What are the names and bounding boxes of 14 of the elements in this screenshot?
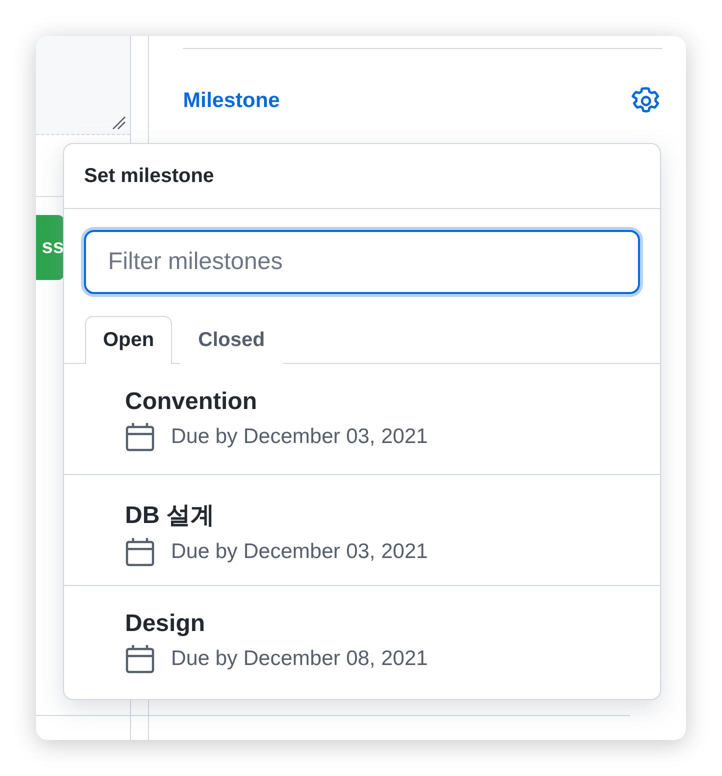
calendar-icon <box>125 644 155 674</box>
calendar-icon <box>125 537 155 567</box>
milestone-heading-link[interactable]: Milestone <box>183 89 280 113</box>
filter-input-field[interactable]: Filter milestones <box>84 230 640 294</box>
milestone-title[interactable]: Convention <box>125 388 660 416</box>
due-date: Due by December 08, 2021 <box>171 647 428 671</box>
tab[interactable]: Open <box>85 316 172 364</box>
resize-handle-icon[interactable] <box>112 116 126 130</box>
calendar-icon <box>125 422 155 452</box>
dropdown-title: Set milestone <box>84 164 214 188</box>
milestone-title[interactable]: DB 설계 <box>125 499 660 531</box>
milestone-title[interactable]: Design <box>125 610 660 638</box>
due-date: Due by December 03, 2021 <box>171 540 428 564</box>
due-date: Due by December 03, 2021 <box>171 425 428 449</box>
